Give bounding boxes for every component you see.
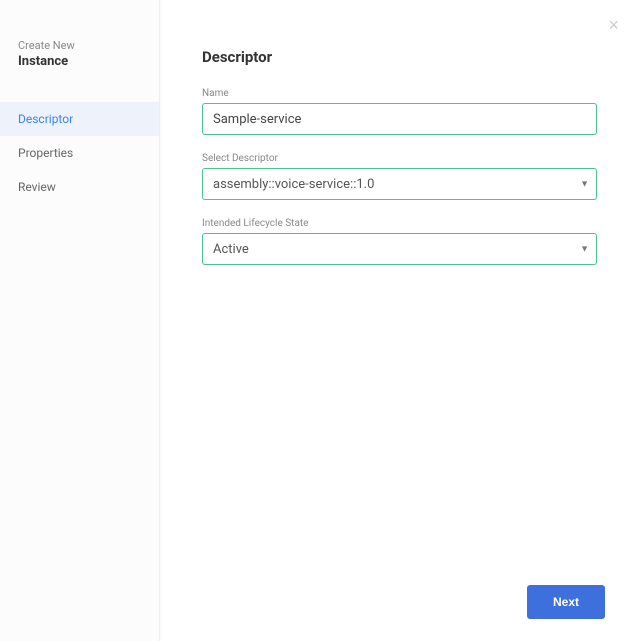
sidebar-nav: Descriptor Properties Review	[0, 102, 159, 204]
field-lifecycle: Intended Lifecycle State Active ▼	[202, 218, 597, 265]
sidebar: Create New Instance Descriptor Propertie…	[0, 0, 160, 641]
field-lifecycle-label: Intended Lifecycle State	[202, 218, 597, 229]
field-descriptor-label: Select Descriptor	[202, 153, 597, 164]
close-button[interactable]: ×	[608, 16, 619, 34]
sidebar-subtitle: Create New	[18, 38, 141, 53]
lifecycle-select[interactable]: Active	[202, 233, 597, 265]
nav-item-label: Descriptor	[18, 112, 73, 126]
close-icon: ×	[608, 15, 619, 35]
nav-item-review[interactable]: Review	[0, 170, 159, 204]
nav-item-label: Review	[18, 180, 56, 194]
main-panel: × Descriptor Name Select Descriptor asse…	[160, 0, 639, 641]
descriptor-select[interactable]: assembly::voice-service::1.0	[202, 168, 597, 200]
field-name: Name	[202, 88, 597, 135]
next-button[interactable]: Next	[527, 585, 605, 619]
page-title: Descriptor	[202, 48, 597, 66]
nav-item-label: Properties	[18, 146, 73, 160]
field-name-label: Name	[202, 88, 597, 99]
name-input[interactable]	[202, 103, 597, 135]
field-descriptor: Select Descriptor assembly::voice-servic…	[202, 153, 597, 200]
nav-item-properties[interactable]: Properties	[0, 136, 159, 170]
sidebar-title: Instance	[18, 53, 141, 71]
sidebar-header: Create New Instance	[0, 38, 159, 102]
nav-item-descriptor[interactable]: Descriptor	[0, 102, 159, 136]
